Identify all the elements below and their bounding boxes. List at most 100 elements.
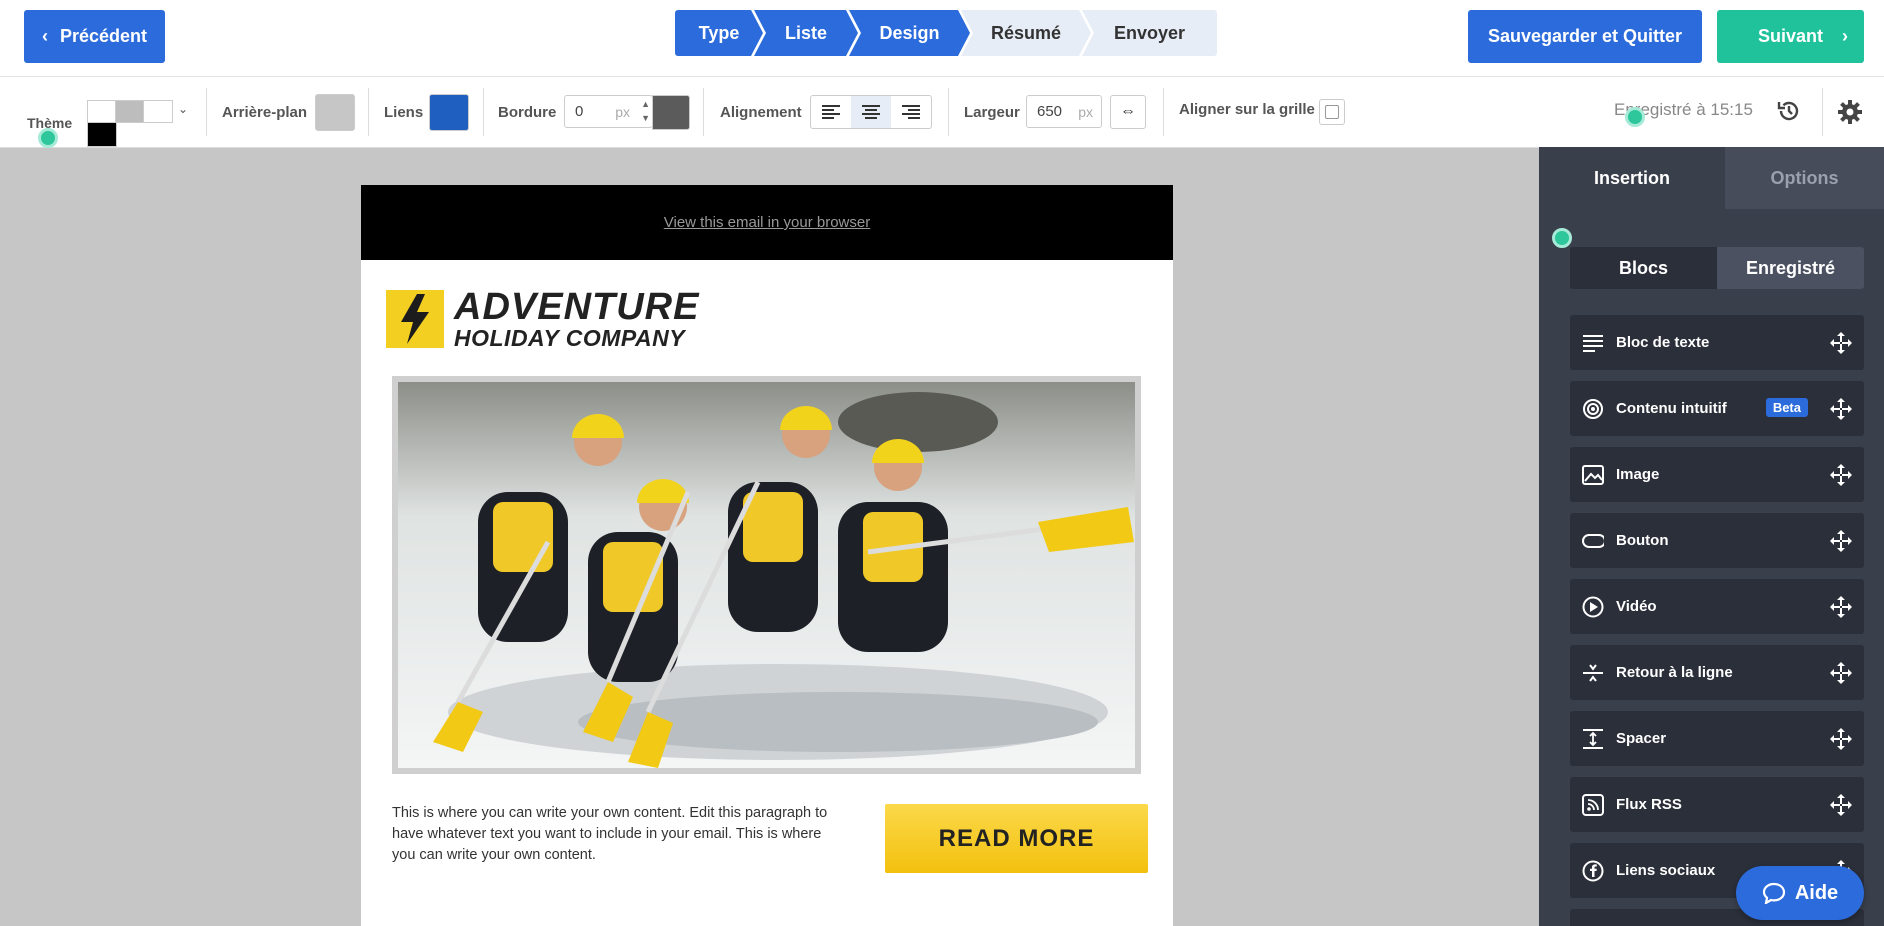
target-icon	[1582, 398, 1604, 420]
border-width-input[interactable]: 0 px ▲ ▼	[564, 95, 653, 128]
move-icon[interactable]	[1830, 728, 1852, 754]
move-icon[interactable]	[1830, 794, 1852, 820]
history-icon	[1777, 101, 1799, 121]
next-button[interactable]: Suivant ›	[1717, 10, 1864, 63]
divider	[206, 88, 207, 136]
logo-wordmark: ADVENTURE HOLIDAY COMPANY	[454, 286, 700, 351]
move-icon[interactable]	[1830, 596, 1852, 622]
image-icon	[1582, 464, 1604, 486]
block-divider[interactable]: Retour à la ligne	[1570, 645, 1864, 700]
company-logo[interactable]: ADVENTURE HOLIDAY COMPANY	[386, 288, 699, 350]
facebook-icon	[1582, 860, 1604, 882]
top-navigation-bar: ‹ Précédent Type Liste Design Résumé Env…	[0, 0, 1884, 77]
background-color-picker[interactable]	[315, 94, 355, 131]
checkbox-box	[1325, 105, 1339, 119]
chevron-left-icon: ‹	[41, 26, 48, 46]
block-text[interactable]: Bloc de texte	[1570, 315, 1864, 370]
move-icon[interactable]	[1830, 332, 1852, 358]
border-color-picker[interactable]	[652, 95, 690, 130]
background-label: Arrière-plan	[222, 104, 308, 121]
theme-picker[interactable]: ⌄	[87, 100, 191, 147]
text-lines-icon	[1582, 332, 1604, 354]
spacer-icon	[1582, 728, 1604, 750]
width-input[interactable]: 650 px	[1026, 95, 1102, 128]
gear-icon	[1838, 100, 1862, 124]
theme-swatch-white	[87, 100, 117, 123]
chevron-right-icon: ›	[1842, 26, 1848, 46]
chat-bubble-icon	[1762, 882, 1785, 904]
full-width-toggle[interactable]: ⇔	[1110, 95, 1146, 129]
divider	[1822, 88, 1823, 136]
tab-options[interactable]: Options	[1725, 147, 1884, 209]
move-icon[interactable]	[1830, 398, 1852, 424]
read-more-button[interactable]: READ MORE	[885, 804, 1148, 873]
lightning-bolt-icon	[386, 290, 444, 348]
horizontal-arrows-icon: ⇔	[1120, 103, 1136, 120]
move-icon[interactable]	[1830, 662, 1852, 688]
tab-insertion[interactable]: Insertion	[1539, 147, 1725, 209]
wizard-steps: Type Liste Design Résumé Envoyer	[675, 10, 1217, 56]
divider	[1163, 88, 1164, 136]
block-source-toggle: Blocs Enregistré	[1570, 247, 1864, 289]
align-center-icon	[862, 105, 880, 119]
previous-button[interactable]: ‹ Précédent	[24, 10, 165, 63]
block-button[interactable]: Bouton	[1570, 513, 1864, 568]
block-video[interactable]: Vidéo	[1570, 579, 1864, 634]
align-right-icon	[902, 105, 920, 119]
move-icon[interactable]	[1830, 464, 1852, 490]
segment-blocks[interactable]: Blocs	[1570, 247, 1717, 289]
hotspot-indicator	[1552, 228, 1572, 248]
snap-to-grid-checkbox[interactable]	[1319, 99, 1345, 125]
border-label: Bordure	[498, 104, 557, 121]
step-envoyer[interactable]: Envoyer	[1082, 10, 1217, 56]
divider	[368, 88, 369, 136]
align-right-button[interactable]	[891, 96, 931, 128]
theme-swatch-gray	[115, 100, 145, 123]
design-toolbar: Thème ⌄ Arrière-plan Liens Bordure 0 px …	[0, 77, 1884, 148]
settings-button[interactable]	[1833, 95, 1867, 129]
divider-icon	[1582, 662, 1604, 684]
insert-panel: Insertion Options Blocs Enregistré Bloc …	[1539, 147, 1884, 926]
align-left-icon	[822, 105, 840, 119]
step-resume[interactable]: Résumé	[961, 10, 1091, 56]
snap-to-grid-label: Aligner sur la grille	[1179, 101, 1315, 118]
button-shape-icon	[1582, 530, 1604, 552]
theme-swatch-black	[87, 122, 117, 147]
play-icon	[1582, 596, 1604, 618]
step-liste[interactable]: Liste	[754, 10, 858, 56]
align-center-button[interactable]	[851, 96, 891, 128]
email-preheader[interactable]: View this email in your browser	[361, 185, 1173, 260]
links-color-picker[interactable]	[429, 94, 469, 131]
segment-saved[interactable]: Enregistré	[1717, 247, 1864, 289]
block-rss[interactable]: Flux RSS	[1570, 777, 1864, 832]
history-button[interactable]	[1773, 95, 1805, 127]
width-label: Largeur	[964, 104, 1020, 121]
divider	[483, 88, 484, 136]
rss-icon	[1582, 793, 1604, 816]
beta-badge: Beta	[1765, 398, 1808, 417]
step-design[interactable]: Design	[849, 10, 970, 56]
email-canvas[interactable]: View this email in your browser ADVENTUR…	[361, 185, 1173, 926]
save-and-quit-button[interactable]: Sauvegarder et Quitter	[1468, 10, 1702, 63]
stepper-arrows-icon[interactable]: ▲ ▼	[641, 97, 650, 125]
block-smart-content[interactable]: Contenu intuitif Beta	[1570, 381, 1864, 436]
block-image[interactable]: Image	[1570, 447, 1864, 502]
divider	[703, 88, 704, 136]
theme-swatch-white-2	[143, 100, 173, 123]
chevron-down-icon: ⌄	[178, 102, 189, 116]
rafting-photo	[398, 382, 1135, 768]
align-left-button[interactable]	[811, 96, 851, 128]
view-in-browser-link[interactable]: View this email in your browser	[664, 214, 870, 231]
alignment-label: Alignement	[720, 104, 802, 121]
step-type[interactable]: Type	[675, 10, 763, 56]
block-spacer[interactable]: Spacer	[1570, 711, 1864, 766]
divider	[948, 88, 949, 136]
hero-image[interactable]	[392, 376, 1141, 774]
hotspot-indicator	[38, 128, 58, 148]
help-button[interactable]: Aide	[1736, 866, 1864, 920]
hotspot-indicator	[1625, 107, 1645, 127]
previous-button-label: Précédent	[59, 26, 148, 46]
alignment-group	[810, 95, 932, 129]
body-paragraph[interactable]: This is where you can write your own con…	[392, 803, 842, 866]
move-icon[interactable]	[1830, 530, 1852, 556]
